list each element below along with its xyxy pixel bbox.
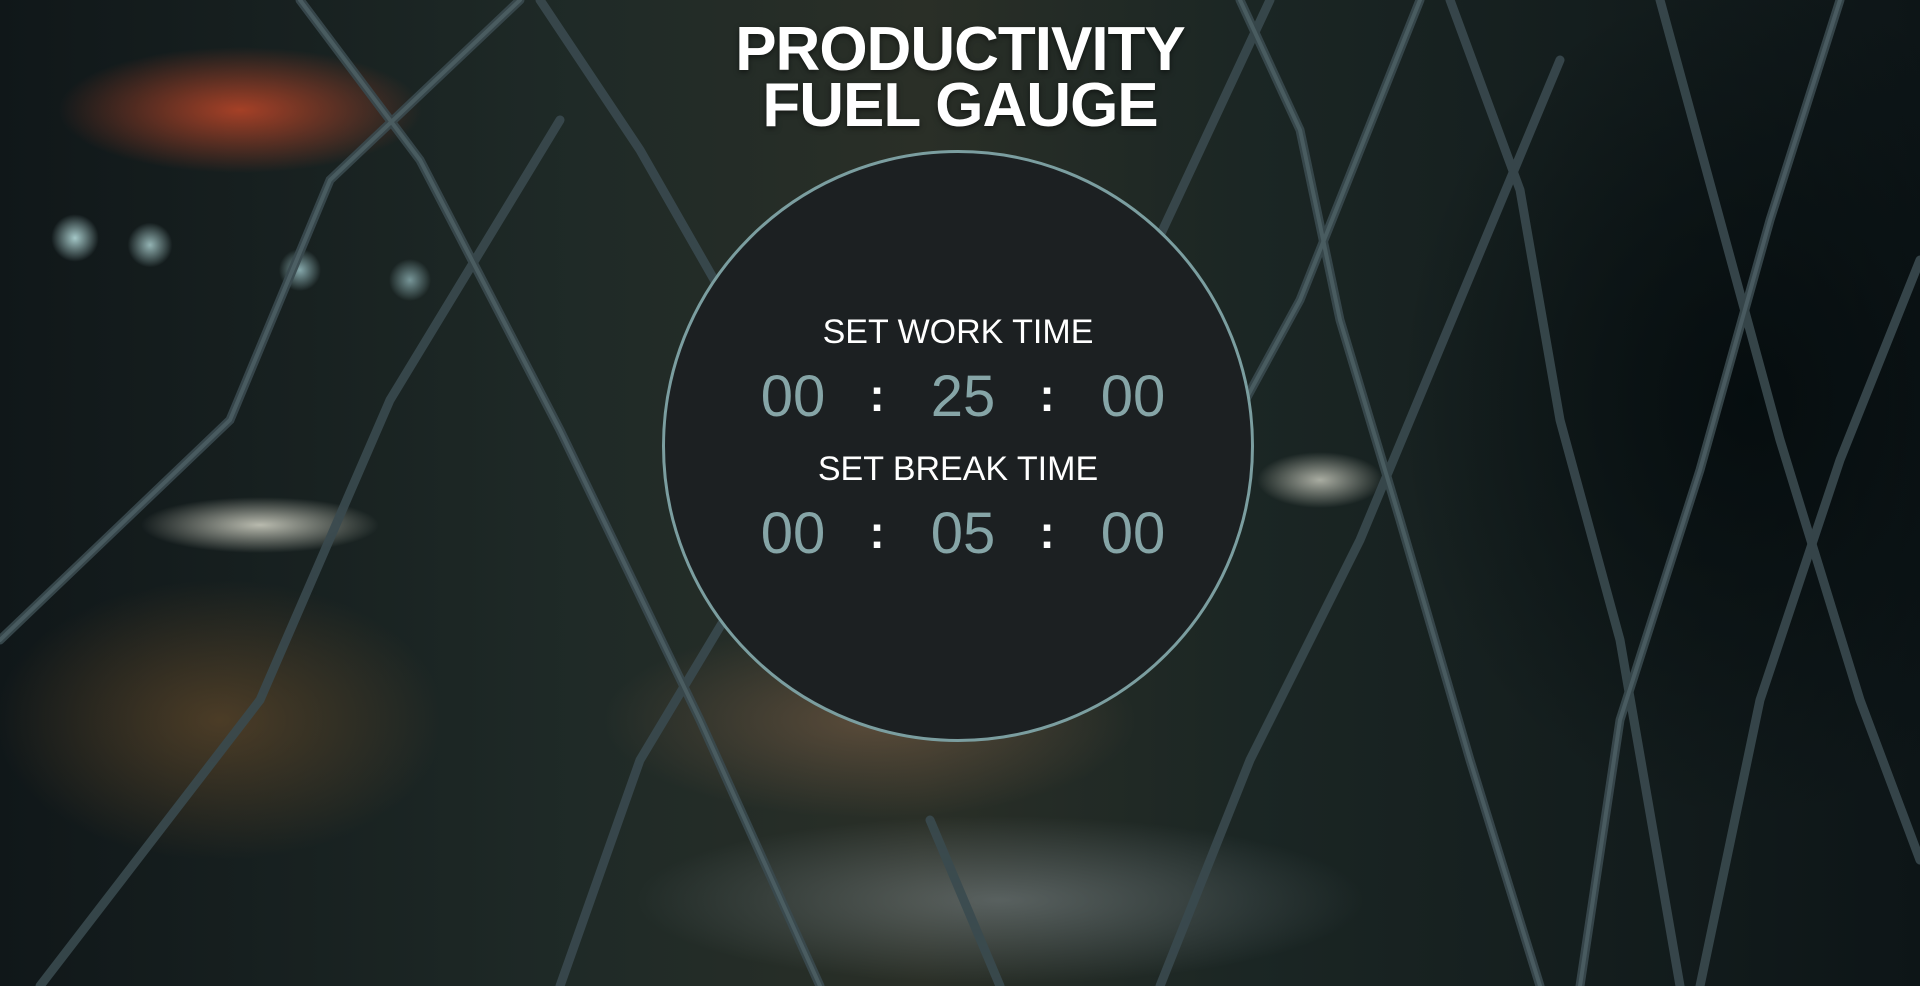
work-hours-field[interactable]: 00 [738, 365, 848, 429]
work-time-input: 00 : 25 : 00 [665, 365, 1251, 429]
break-hours-field[interactable]: 00 [738, 502, 848, 566]
break-time-label: SET BREAK TIME [817, 450, 1099, 488]
page-title-line-1: PRODUCTIVITY [735, 15, 1186, 84]
work-separator-1: : [869, 369, 885, 421]
work-seconds-field[interactable]: 00 [1078, 365, 1188, 429]
page-title-line-2: FUEL GAUGE [762, 71, 1158, 140]
break-minutes-field[interactable]: 05 [908, 502, 1018, 566]
break-time-input: 00 : 05 : 00 [665, 502, 1251, 566]
break-seconds-field[interactable]: 00 [1078, 502, 1188, 566]
page-title: PRODUCTIVITY FUEL GAUGE [0, 15, 1920, 140]
break-separator-2: : [1039, 506, 1055, 558]
work-separator-2: : [1039, 369, 1055, 421]
work-minutes-field[interactable]: 25 [908, 365, 1018, 429]
fuel-gauge-dial: SET WORK TIME 00 : 25 : 00 SET BREAK TIM… [662, 150, 1254, 742]
app-background: PRODUCTIVITY FUEL GAUGE SET WORK TIME 00… [0, 0, 1920, 986]
work-time-label: SET WORK TIME [822, 313, 1094, 351]
break-separator-1: : [869, 506, 885, 558]
